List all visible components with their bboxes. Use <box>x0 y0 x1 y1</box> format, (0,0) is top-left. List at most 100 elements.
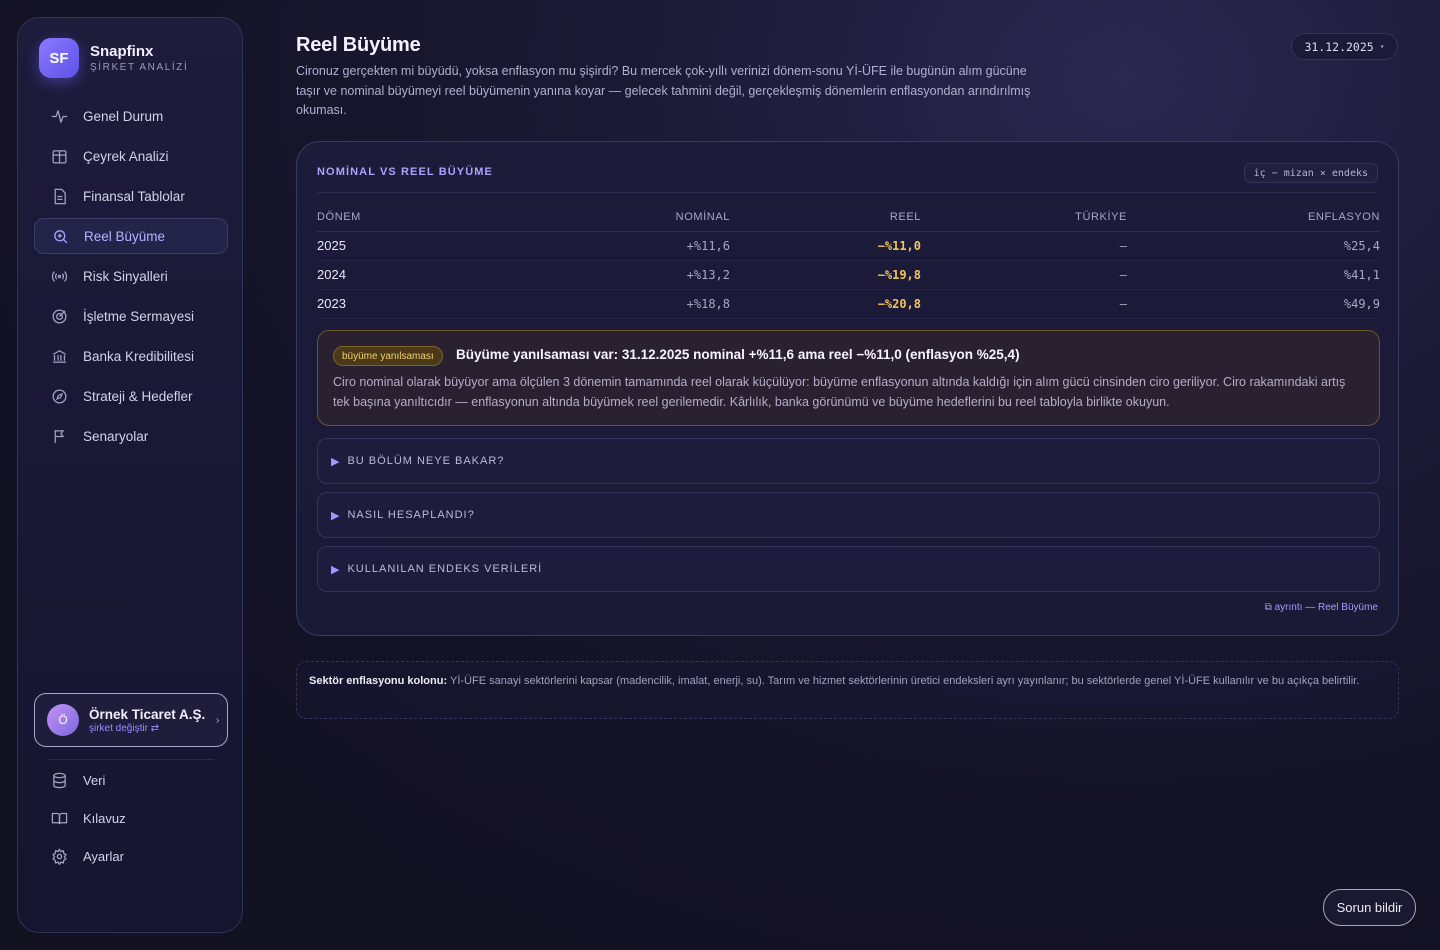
turkey-cell: — <box>921 231 1127 261</box>
sidebar-item-finansal-tablolar[interactable]: Finansal Tablolar <box>34 178 228 214</box>
sidebar-item-label: Senaryolar <box>83 428 149 444</box>
accordion-label: NASIL HESAPLANDI? <box>347 509 475 521</box>
column-header: ENFLASYON <box>1127 204 1380 232</box>
search-zoom-icon <box>50 226 70 246</box>
sidebar-item-label: Reel Büyüme <box>84 228 166 244</box>
turkey-cell: — <box>921 289 1127 319</box>
inflation-cell: %49,9 <box>1127 289 1380 319</box>
sidebar-item-ayarlar[interactable]: Ayarlar <box>34 839 228 873</box>
sidebar-item-label: Banka Kredibilitesi <box>83 348 195 364</box>
date-value: 31.12.2025 <box>1304 39 1374 54</box>
company-switch-label: şirket değiştir ⇄ <box>89 722 160 734</box>
alert-body: Ciro nominal olarak büyüyor ama ölçülen … <box>333 375 1346 409</box>
page-description: Cironuz gerçekten mi büyüdü, yoksa enfla… <box>296 64 1031 117</box>
growth-illusion-alert: büyüme yanılsaması Büyüme yanılsaması va… <box>317 330 1380 426</box>
sidebar-item-genel-durum[interactable]: Genel Durum <box>34 98 228 134</box>
alert-title: Büyüme yanılsaması var: 31.12.2025 nomin… <box>456 347 1020 362</box>
card-title: NOMİNAL VS REEL BÜYÜME <box>317 166 493 178</box>
nominal-cell: +%13,2 <box>517 260 730 290</box>
bottom-nav: Veri Kılavuz Ayarlar <box>34 763 228 877</box>
signal-icon <box>49 266 69 286</box>
column-header: DÖNEM <box>317 204 517 232</box>
accordion-index-data[interactable]: ▶ KULLANILAN ENDEKS VERİLERİ <box>317 546 1380 592</box>
bank-icon <box>49 346 69 366</box>
brand-logo: SF <box>39 38 79 78</box>
page-title: Reel Büyüme <box>296 34 421 56</box>
inflation-cell: %25,4 <box>1127 231 1380 261</box>
compass-icon <box>49 386 69 406</box>
book-icon <box>49 808 69 828</box>
sidebar-item-label: Kılavuz <box>83 810 126 826</box>
accordion-label: BU BÖLÜM NEYE BAKAR? <box>347 455 505 467</box>
column-header: TÜRKİYE <box>921 204 1127 232</box>
company-text: Örnek Ticaret A.Ş. şirket değiştir ⇄ <box>89 707 207 734</box>
sidebar-item-strateji-hedefler[interactable]: Strateji & Hedefler <box>34 378 228 414</box>
main-nav: Genel Durum Çeyrek Analizi Finansal Tabl… <box>34 98 228 458</box>
period-cell: 2025 <box>317 231 517 261</box>
table-row: 2023 +%18,8 −%20,8 — %49,9 <box>317 289 1380 319</box>
company-switcher[interactable]: Ö Örnek Ticaret A.Ş. şirket değiştir ⇄ › <box>34 693 228 747</box>
calendar-grid-icon <box>49 146 69 166</box>
column-header: NOMİNAL <box>517 204 730 232</box>
sidebar-item-reel-buyume[interactable]: Reel Büyüme <box>34 218 228 254</box>
sidebar-item-label: Risk Sinyalleri <box>83 268 168 284</box>
accordion-how-calculated[interactable]: ▶ NASIL HESAPLANDI? <box>317 492 1380 538</box>
sidebar-item-label: Strateji & Hedefler <box>83 388 193 404</box>
brand: SF Snapfinx ŞİRKET ANALİZİ <box>39 38 188 78</box>
report-issue-button[interactable]: Sorun bildir <box>1323 889 1416 926</box>
source-tag: iç − mizan × endeks <box>1243 163 1378 183</box>
growth-card: NOMİNAL VS REEL BÜYÜME iç − mizan × ende… <box>296 141 1399 636</box>
turkey-cell: — <box>921 260 1127 290</box>
gear-icon <box>49 846 69 866</box>
triangle-right-icon: ▶ <box>331 455 340 468</box>
sidebar-item-label: İşletme Sermayesi <box>83 308 195 324</box>
date-selector[interactable]: 31.12.2025 ▾ <box>1291 33 1398 60</box>
database-icon <box>49 770 69 790</box>
sidebar-item-ceyrek-analizi[interactable]: Çeyrek Analizi <box>34 138 228 174</box>
sidebar-item-banka-kredibilitesi[interactable]: Banka Kredibilitesi <box>34 338 228 374</box>
divider <box>317 192 1378 193</box>
sidebar-item-label: Veri <box>83 772 106 788</box>
brand-name: Snapfinx <box>90 43 154 60</box>
sidebar-item-risk-sinyalleri[interactable]: Risk Sinyalleri <box>34 258 228 294</box>
real-cell: −%20,8 <box>730 289 921 319</box>
activity-icon <box>49 106 69 126</box>
accordion-what-it-checks[interactable]: ▶ BU BÖLÜM NEYE BAKAR? <box>317 438 1380 484</box>
sidebar-item-label: Finansal Tablolar <box>83 188 185 204</box>
inflation-cell: %41,1 <box>1127 260 1380 290</box>
sidebar-item-label: Çeyrek Analizi <box>83 148 169 164</box>
chevron-icon: › <box>216 714 220 726</box>
period-cell: 2023 <box>317 289 517 319</box>
target-icon <box>49 306 69 326</box>
divider <box>48 759 214 760</box>
company-name: Örnek Ticaret A.Ş. <box>89 706 206 722</box>
flag-icon <box>49 426 69 446</box>
triangle-right-icon: ▶ <box>331 563 340 576</box>
status-badge: büyüme yanılsaması <box>333 346 443 366</box>
column-header: REEL <box>730 204 921 232</box>
nominal-cell: +%18,8 <box>517 289 730 319</box>
sector-inflation-note: Sektör enflasyonu kolonu: Yİ-ÜFE sanayi … <box>296 661 1399 719</box>
sidebar-item-label: Ayarlar <box>83 848 124 864</box>
table-header-row: DÖNEM NOMİNAL REEL TÜRKİYE ENFLASYON <box>317 204 1380 232</box>
brand-text: Snapfinx ŞİRKET ANALİZİ <box>90 43 188 73</box>
accordion-label: KULLANILAN ENDEKS VERİLERİ <box>347 563 543 575</box>
sidebar-item-label: Genel Durum <box>83 108 164 124</box>
note-label: Sektör enflasyonu kolonu: <box>309 675 448 687</box>
growth-table: DÖNEM NOMİNAL REEL TÜRKİYE ENFLASYON 202… <box>317 204 1380 319</box>
sidebar-item-senaryolar[interactable]: Senaryolar <box>34 418 228 454</box>
brand-subtitle: ŞİRKET ANALİZİ <box>90 62 189 73</box>
sidebar-item-kilavuz[interactable]: Kılavuz <box>34 801 228 835</box>
nominal-cell: +%11,6 <box>517 231 730 261</box>
sidebar-item-veri[interactable]: Veri <box>34 763 228 797</box>
detail-link[interactable]: ⧉ ayrıntı — Reel Büyüme <box>1265 602 1378 613</box>
sidebar-item-isletme-sermayesi[interactable]: İşletme Sermayesi <box>34 298 228 334</box>
avatar: Ö <box>47 704 79 736</box>
sidebar: SF Snapfinx ŞİRKET ANALİZİ Genel Durum Ç… <box>17 17 243 933</box>
real-cell: −%11,0 <box>730 231 921 261</box>
note-text: Yİ-ÜFE sanayi sektörlerini kapsar (maden… <box>447 675 1360 687</box>
chevron-down-icon: ▾ <box>1379 42 1385 51</box>
triangle-right-icon: ▶ <box>331 509 340 522</box>
table-row: 2024 +%13,2 −%19,8 — %41,1 <box>317 260 1380 290</box>
period-cell: 2024 <box>317 260 517 290</box>
